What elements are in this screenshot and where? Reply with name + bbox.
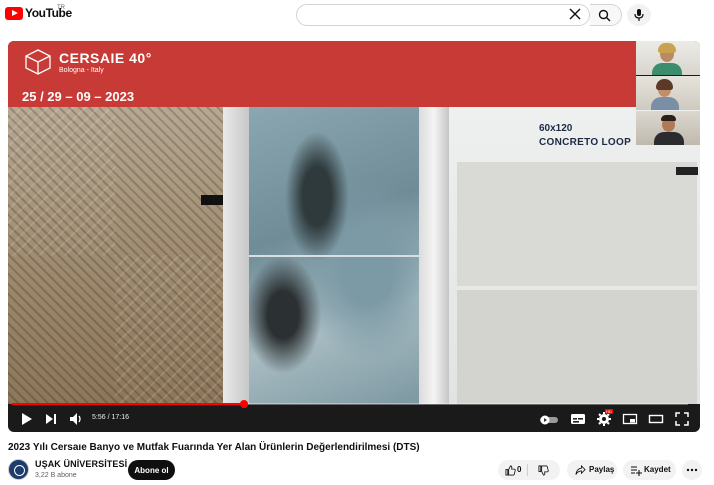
progress-bar[interactable]	[12, 400, 688, 408]
region-code: TR	[57, 5, 65, 11]
progress-scrubber[interactable]	[239, 400, 248, 408]
channel-name[interactable]: UŞAK ÜNİVERSİTESİ	[35, 459, 127, 469]
event-banner: CERSAIE 40° Bologna - Italy 25 / 29 – 09…	[8, 41, 636, 107]
save-playlist-icon	[631, 466, 642, 476]
share-icon	[575, 465, 586, 475]
search-icon	[598, 9, 611, 22]
subscribe-button[interactable]: Abone ol	[128, 460, 175, 480]
wood-pattern-lower	[115, 255, 223, 404]
more-horizontal-icon	[686, 468, 698, 472]
share-label: Paylaş	[589, 465, 615, 474]
settings-gear-icon[interactable]: HD	[596, 409, 613, 427]
display-pillar	[223, 107, 249, 404]
thumbs-up-icon	[505, 465, 516, 476]
concrete-slab	[457, 290, 697, 404]
search-button[interactable]	[590, 4, 622, 26]
product-name-label: CONCRETO LOOP	[539, 137, 632, 148]
product-size-label: 60x120	[539, 123, 573, 134]
miniplayer-icon[interactable]	[622, 411, 638, 427]
event-brand: CERSAIE 40°	[59, 50, 152, 66]
share-button[interactable]: Paylaş	[567, 460, 617, 480]
participant-camera	[636, 76, 700, 110]
video-title: 2023 Yılı Cersaıe Banyo ve Mutfak Fuarın…	[8, 442, 420, 453]
event-dates: 25 / 29 – 09 – 2023	[22, 89, 135, 104]
theater-mode-icon[interactable]	[648, 411, 664, 427]
thumbs-down-icon	[538, 465, 549, 476]
search-input[interactable]	[307, 8, 561, 24]
event-location: Bologna - Italy	[59, 67, 104, 74]
product-tag	[676, 167, 698, 175]
marble-seam	[249, 255, 419, 257]
subscriber-count: 3,22 B abone	[35, 472, 77, 479]
clear-search-icon[interactable]	[569, 7, 585, 23]
save-label: Kaydet	[644, 465, 671, 474]
like-dislike-group: 0	[498, 460, 560, 480]
volume-icon[interactable]	[68, 411, 84, 427]
youtube-play-icon	[5, 6, 23, 20]
time-display: 5:56 / 17:16	[92, 414, 129, 421]
cersaie-cube-logo	[25, 49, 51, 75]
channel-avatar[interactable]	[8, 459, 29, 480]
like-count: 0	[517, 465, 522, 474]
voice-search-button[interactable]	[627, 4, 651, 26]
participant-camera	[636, 111, 700, 145]
next-icon[interactable]	[44, 411, 58, 427]
dislike-button[interactable]	[529, 460, 560, 480]
like-button[interactable]: 0	[498, 460, 527, 480]
like-divider	[527, 464, 528, 476]
fullscreen-icon[interactable]	[674, 411, 690, 427]
microphone-icon	[634, 9, 644, 21]
top-bar: YouTube TR	[0, 0, 714, 30]
more-actions-button[interactable]	[682, 460, 702, 480]
save-button[interactable]: Kaydet	[623, 460, 676, 480]
video-player[interactable]: 60x120 CONCRETO LOOP CERSAIE 40° Bologna…	[8, 41, 700, 432]
display-pillar	[419, 107, 449, 404]
participant-camera	[636, 41, 700, 75]
hd-badge-icon: HD	[605, 409, 613, 414]
play-icon[interactable]	[20, 411, 34, 427]
autoplay-toggle[interactable]	[539, 413, 559, 429]
subtitles-icon[interactable]	[570, 411, 586, 427]
search-box[interactable]	[296, 4, 590, 26]
concrete-slab	[457, 162, 697, 286]
progress-played	[12, 403, 244, 405]
